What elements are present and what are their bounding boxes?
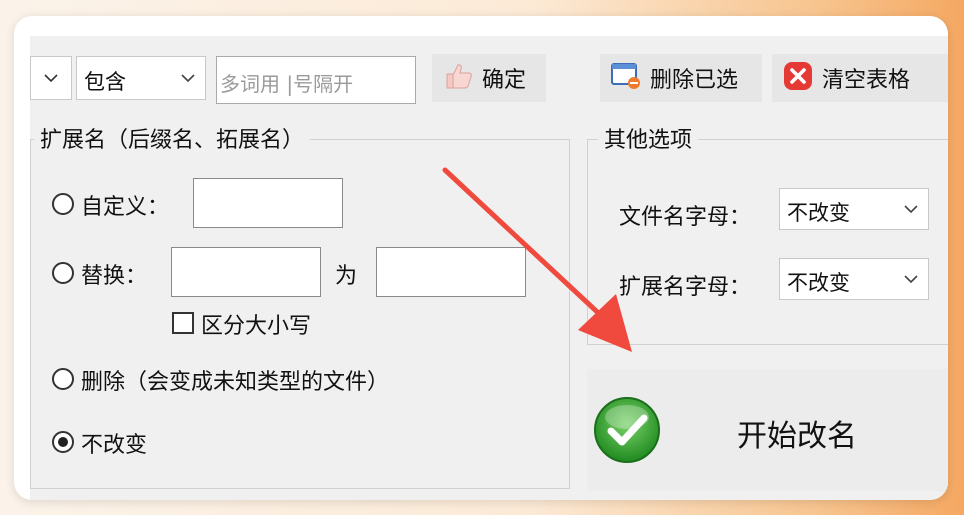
annotation-arrow-icon xyxy=(442,167,632,352)
